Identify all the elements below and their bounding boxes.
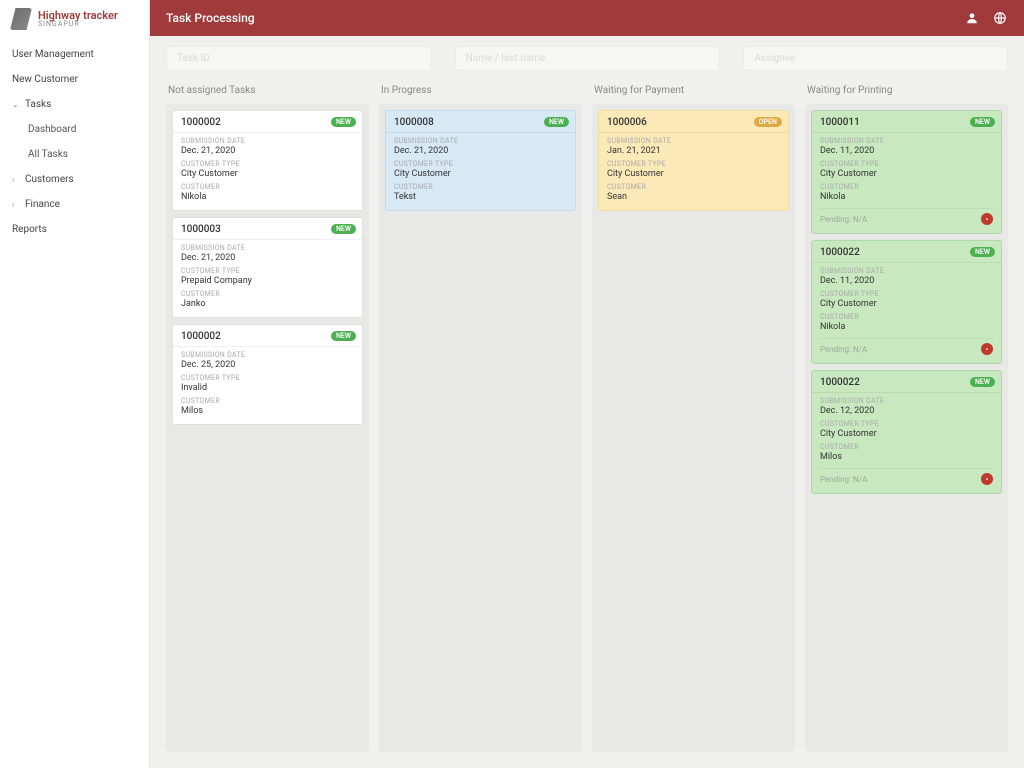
brand-logo: Highway tracker SINGAPUR xyxy=(0,0,149,38)
column-title: Waiting for Printing xyxy=(805,81,1008,104)
action-button[interactable]: • xyxy=(981,343,993,355)
task-card[interactable]: NEW 1000022 SUBMISSION DATE Dec. 12, 202… xyxy=(811,370,1002,494)
label-submission-date: SUBMISSION DATE xyxy=(181,137,354,145)
page-title: Task Processing xyxy=(166,11,255,25)
chevron-down-icon: ⌄ xyxy=(12,100,20,109)
task-id: 1000008 xyxy=(394,117,567,128)
topbar: Task Processing xyxy=(150,0,1024,36)
card-footer: Pending: N/A • xyxy=(820,208,993,225)
column-in-progress: In Progress NEW 1000008 SUBMISSION DATE … xyxy=(379,81,582,752)
task-card[interactable]: NEW 1000011 SUBMISSION DATE Dec. 11, 202… xyxy=(811,110,1002,234)
column-title: Not assigned Tasks xyxy=(166,81,369,104)
sidebar-nav: User Management New Customer ⌄Tasks Dash… xyxy=(0,38,149,246)
topbar-actions xyxy=(964,10,1008,26)
app-root: Highway tracker SINGAPUR User Management… xyxy=(0,0,1024,768)
label-customer-type: CUSTOMER TYPE xyxy=(181,160,354,168)
column-waiting-payment: Waiting for Payment OPEN 1000006 SUBMISS… xyxy=(592,81,795,752)
column-title: Waiting for Payment xyxy=(592,81,795,104)
status-badge: NEW xyxy=(331,331,356,341)
pending-label: Pending: N/A xyxy=(820,215,867,224)
filter-name[interactable]: Name / last name xyxy=(455,46,720,71)
nav-user-management[interactable]: User Management xyxy=(0,42,149,67)
task-id: 1000003 xyxy=(181,224,354,235)
task-id: 1000011 xyxy=(820,117,993,128)
task-card[interactable]: OPEN 1000006 SUBMISSION DATE Jan. 21, 20… xyxy=(598,110,789,211)
task-card[interactable]: NEW 1000002 SUBMISSION DATE Dec. 21, 202… xyxy=(172,110,363,211)
status-badge: NEW xyxy=(544,117,569,127)
column-title: In Progress xyxy=(379,81,582,104)
column-body: OPEN 1000006 SUBMISSION DATE Jan. 21, 20… xyxy=(592,104,795,752)
task-id: 1000022 xyxy=(820,247,993,258)
pending-label: Pending: N/A xyxy=(820,475,867,484)
column-body: NEW 1000002 SUBMISSION DATE Dec. 21, 202… xyxy=(166,104,369,752)
column-not-assigned: Not assigned Tasks NEW 1000002 SUBMISSIO… xyxy=(166,81,369,752)
nav-all-tasks[interactable]: All Tasks xyxy=(0,142,149,167)
action-button[interactable]: • xyxy=(981,213,993,225)
card-footer: Pending: N/A • xyxy=(820,468,993,485)
chevron-right-icon: › xyxy=(12,175,20,184)
nav-new-customer[interactable]: New Customer xyxy=(0,67,149,92)
task-card[interactable]: NEW 1000002 SUBMISSION DATE Dec. 25, 202… xyxy=(172,324,363,425)
label-customer: CUSTOMER xyxy=(181,183,354,191)
task-card[interactable]: NEW 1000022 SUBMISSION DATE Dec. 11, 202… xyxy=(811,240,1002,364)
column-body: NEW 1000008 SUBMISSION DATE Dec. 21, 202… xyxy=(379,104,582,752)
status-badge: NEW xyxy=(970,117,995,127)
nav-reports[interactable]: Reports xyxy=(0,217,149,242)
globe-icon[interactable] xyxy=(992,10,1008,26)
task-id: 1000022 xyxy=(820,377,993,388)
chevron-right-icon: › xyxy=(12,200,20,209)
column-waiting-printing: Waiting for Printing NEW 1000011 SUBMISS… xyxy=(805,81,1008,752)
card-footer: Pending: N/A • xyxy=(820,338,993,355)
brand-subtitle: SINGAPUR xyxy=(38,21,118,28)
value-submission-date: Dec. 21, 2020 xyxy=(181,146,354,156)
status-badge: NEW xyxy=(331,224,356,234)
nav-dashboard[interactable]: Dashboard xyxy=(0,117,149,142)
action-button[interactable]: • xyxy=(981,473,993,485)
main-content: Task Processing Task ID Name / last name… xyxy=(150,0,1024,768)
filter-task-id[interactable]: Task ID xyxy=(166,46,431,71)
pending-label: Pending: N/A xyxy=(820,345,867,354)
column-body: NEW 1000011 SUBMISSION DATE Dec. 11, 202… xyxy=(805,104,1008,752)
value-customer-type: City Customer xyxy=(181,169,354,179)
task-card[interactable]: NEW 1000008 SUBMISSION DATE Dec. 21, 202… xyxy=(385,110,576,211)
user-icon[interactable] xyxy=(964,10,980,26)
nav-customers[interactable]: ›Customers xyxy=(0,167,149,192)
status-badge: OPEN xyxy=(754,117,782,127)
nav-tasks[interactable]: ⌄Tasks xyxy=(0,92,149,117)
logo-icon xyxy=(10,8,32,30)
logo-text: Highway tracker SINGAPUR xyxy=(38,10,118,28)
task-id: 1000002 xyxy=(181,331,354,342)
value-customer: Nikola xyxy=(181,192,354,202)
status-badge: NEW xyxy=(331,117,356,127)
filter-assignee[interactable]: Assignee xyxy=(743,46,1008,71)
sidebar: Highway tracker SINGAPUR User Management… xyxy=(0,0,150,768)
task-id: 1000002 xyxy=(181,117,354,128)
status-badge: NEW xyxy=(970,377,995,387)
filter-bar: Task ID Name / last name Assignee xyxy=(150,36,1024,81)
task-card[interactable]: NEW 1000003 SUBMISSION DATE Dec. 21, 202… xyxy=(172,217,363,318)
nav-finance[interactable]: ›Finance xyxy=(0,192,149,217)
status-badge: NEW xyxy=(970,247,995,257)
kanban-board: Not assigned Tasks NEW 1000002 SUBMISSIO… xyxy=(150,81,1024,768)
